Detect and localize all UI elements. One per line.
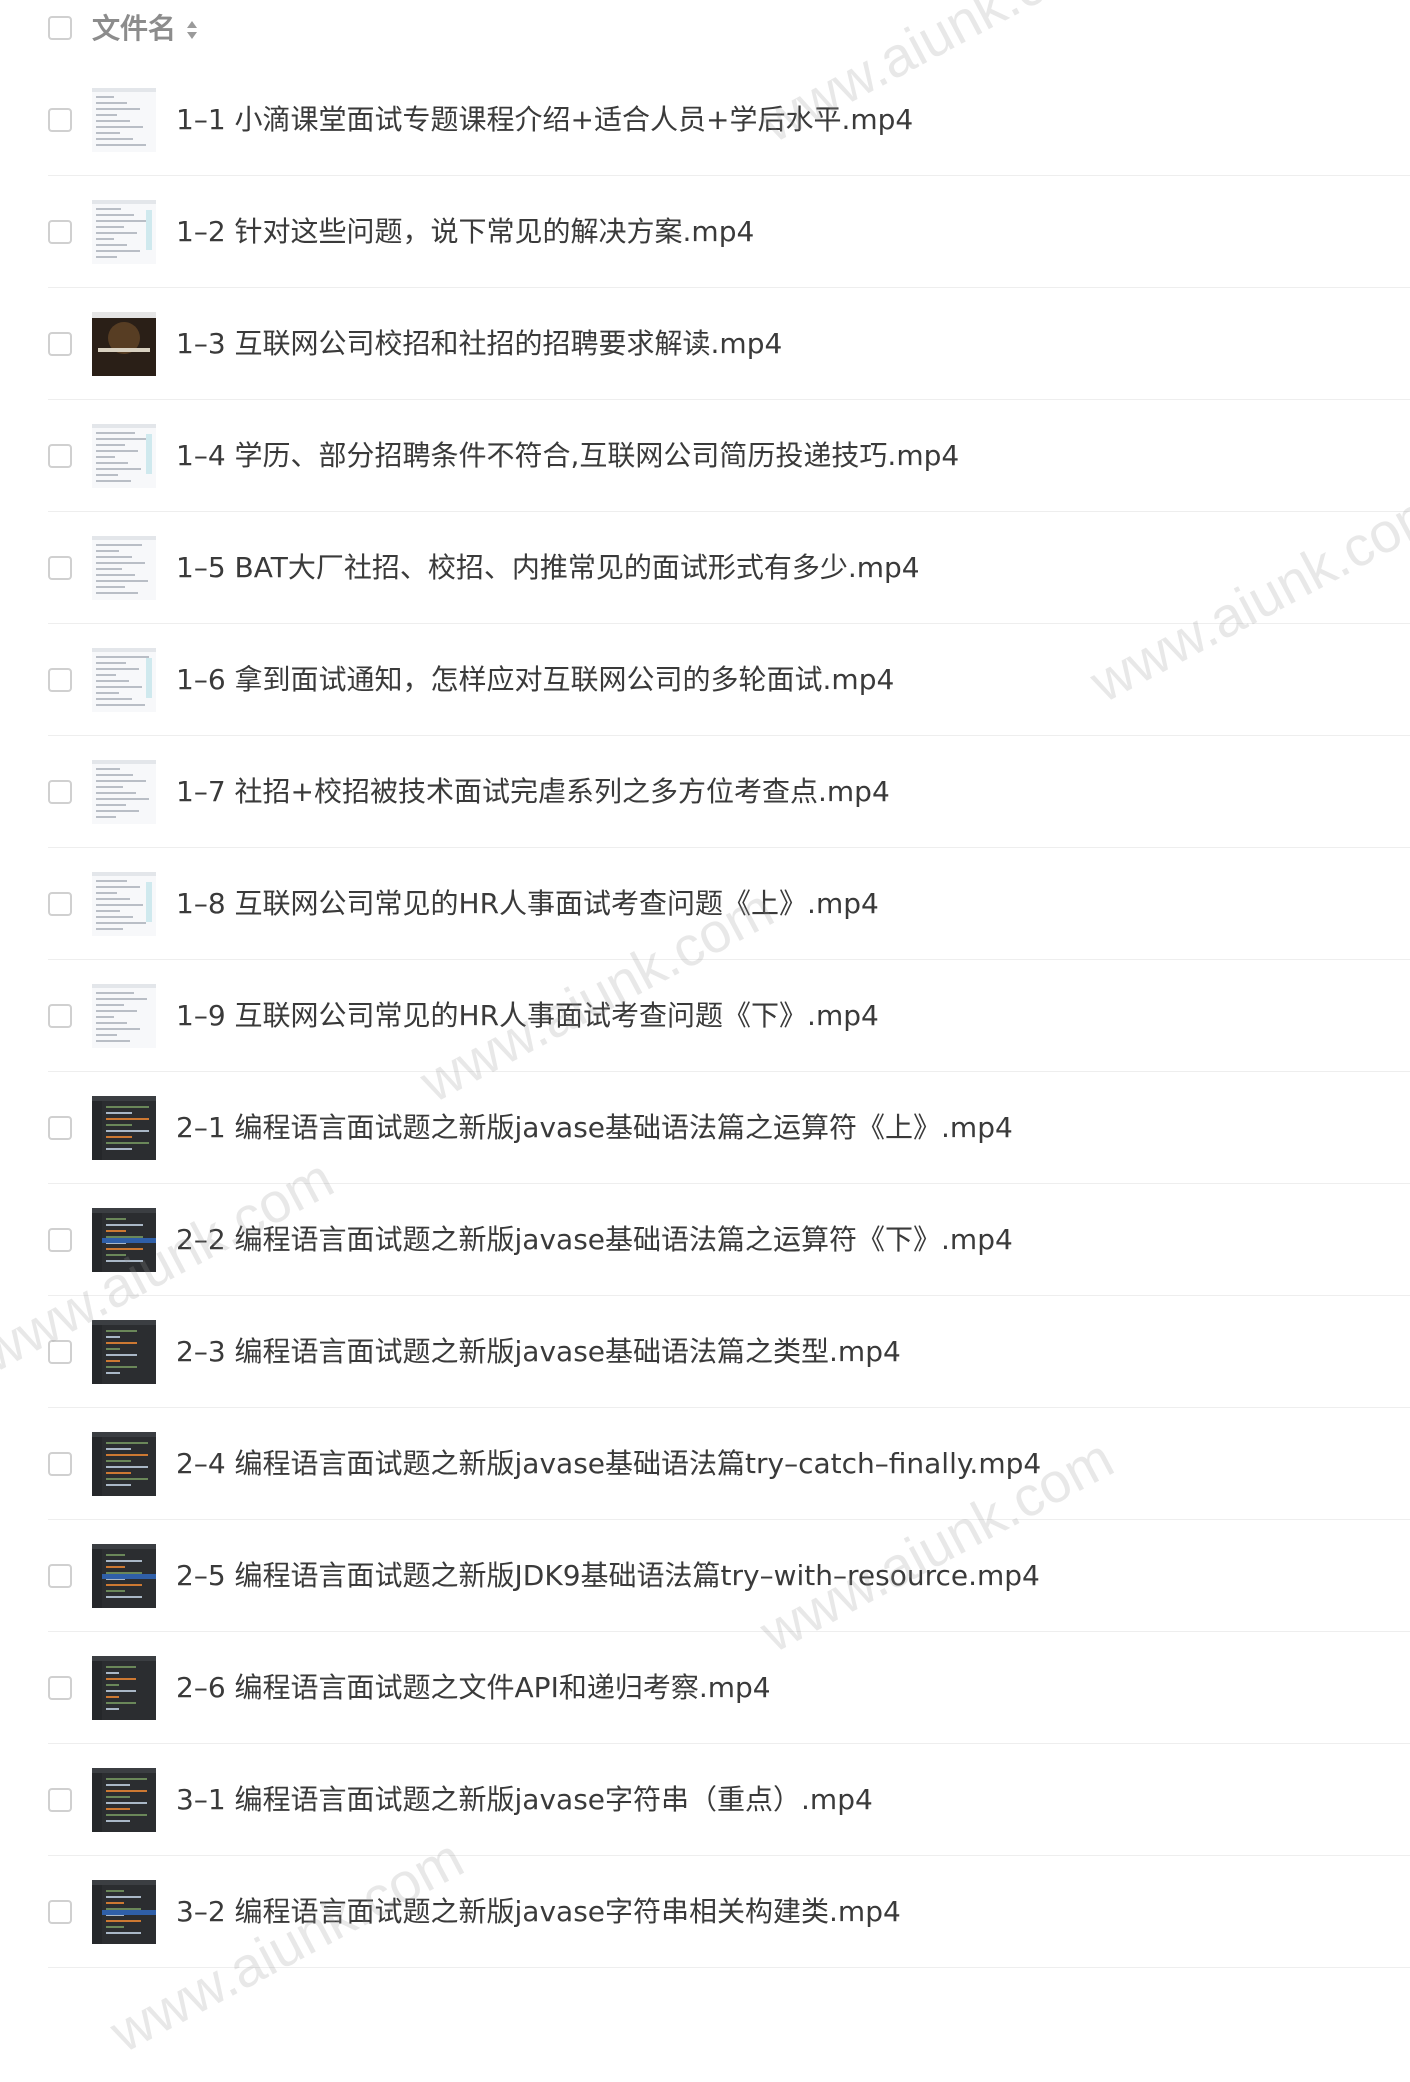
file-list: 文件名 1–1 小滴课堂面试专题课程介绍+适合人员+学后水平.mp4 1–2 针对… (0, 0, 1410, 1968)
file-name[interactable]: 3–1 编程语言面试题之新版javase字符串（重点）.mp4 (176, 1780, 873, 1820)
select-all-checkbox[interactable] (48, 16, 72, 40)
file-row[interactable]: 2–1 编程语言面试题之新版javase基础语法篇之运算符《上》.mp4 (48, 1072, 1410, 1184)
file-row[interactable]: 3–2 编程语言面试题之新版javase字符串相关构建类.mp4 (48, 1856, 1410, 1968)
video-thumbnail[interactable] (92, 760, 156, 824)
file-checkbox[interactable] (48, 1564, 72, 1588)
file-row[interactable]: 1–8 互联网公司常见的HR人事面试考查问题《上》.mp4 (48, 848, 1410, 960)
file-row[interactable]: 1–4 学历、部分招聘条件不符合,互联网公司简历投递技巧.mp4 (48, 400, 1410, 512)
file-name[interactable]: 3–2 编程语言面试题之新版javase字符串相关构建类.mp4 (176, 1892, 901, 1932)
column-header-filename[interactable]: 文件名 (92, 10, 176, 48)
file-checkbox[interactable] (48, 332, 72, 356)
file-checkbox[interactable] (48, 1228, 72, 1252)
file-checkbox[interactable] (48, 220, 72, 244)
file-name[interactable]: 2–4 编程语言面试题之新版javase基础语法篇try–catch–final… (176, 1444, 1041, 1484)
file-name[interactable]: 2–2 编程语言面试题之新版javase基础语法篇之运算符《下》.mp4 (176, 1220, 1013, 1260)
file-row[interactable]: 2–3 编程语言面试题之新版javase基础语法篇之类型.mp4 (48, 1296, 1410, 1408)
video-thumbnail[interactable] (92, 1656, 156, 1720)
file-row[interactable]: 1–9 互联网公司常见的HR人事面试考查问题《下》.mp4 (48, 960, 1410, 1072)
file-row[interactable]: 3–1 编程语言面试题之新版javase字符串（重点）.mp4 (48, 1744, 1410, 1856)
video-thumbnail[interactable] (92, 200, 156, 264)
file-name[interactable]: 1–8 互联网公司常见的HR人事面试考查问题《上》.mp4 (176, 884, 879, 924)
video-thumbnail[interactable] (92, 872, 156, 936)
video-thumbnail[interactable] (92, 536, 156, 600)
video-thumbnail[interactable] (92, 1768, 156, 1832)
file-row[interactable]: 1–1 小滴课堂面试专题课程介绍+适合人员+学后水平.mp4 (48, 64, 1410, 176)
file-name[interactable]: 2–5 编程语言面试题之新版JDK9基础语法篇try–with–resource… (176, 1556, 1040, 1596)
file-name[interactable]: 2–1 编程语言面试题之新版javase基础语法篇之运算符《上》.mp4 (176, 1108, 1013, 1148)
file-name[interactable]: 1–1 小滴课堂面试专题课程介绍+适合人员+学后水平.mp4 (176, 100, 913, 140)
file-checkbox[interactable] (48, 1900, 72, 1924)
file-checkbox[interactable] (48, 556, 72, 580)
file-row[interactable]: 2–5 编程语言面试题之新版JDK9基础语法篇try–with–resource… (48, 1520, 1410, 1632)
file-row[interactable]: 1–3 互联网公司校招和社招的招聘要求解读.mp4 (48, 288, 1410, 400)
video-thumbnail[interactable] (92, 424, 156, 488)
video-thumbnail[interactable] (92, 1208, 156, 1272)
video-thumbnail[interactable] (92, 1320, 156, 1384)
file-name[interactable]: 1–7 社招+校招被技术面试完虐系列之多方位考查点.mp4 (176, 772, 890, 812)
file-name[interactable]: 2–6 编程语言面试题之文件API和递归考察.mp4 (176, 1668, 771, 1708)
file-row[interactable]: 1–5 BAT大厂社招、校招、内推常见的面试形式有多少.mp4 (48, 512, 1410, 624)
file-checkbox[interactable] (48, 668, 72, 692)
file-row[interactable]: 2–4 编程语言面试题之新版javase基础语法篇try–catch–final… (48, 1408, 1410, 1520)
video-thumbnail[interactable] (92, 1432, 156, 1496)
file-checkbox[interactable] (48, 1676, 72, 1700)
list-header: 文件名 (0, 0, 1410, 58)
file-row[interactable]: 1–6 拿到面试通知，怎样应对互联网公司的多轮面试.mp4 (48, 624, 1410, 736)
file-name[interactable]: 1–5 BAT大厂社招、校招、内推常见的面试形式有多少.mp4 (176, 548, 920, 588)
file-checkbox[interactable] (48, 780, 72, 804)
sort-updown-icon[interactable] (186, 19, 198, 41)
video-thumbnail[interactable] (92, 648, 156, 712)
video-thumbnail[interactable] (92, 1880, 156, 1944)
file-checkbox[interactable] (48, 892, 72, 916)
file-name[interactable]: 2–3 编程语言面试题之新版javase基础语法篇之类型.mp4 (176, 1332, 901, 1372)
file-checkbox[interactable] (48, 1452, 72, 1476)
file-row[interactable]: 2–6 编程语言面试题之文件API和递归考察.mp4 (48, 1632, 1410, 1744)
file-name[interactable]: 1–4 学历、部分招聘条件不符合,互联网公司简历投递技巧.mp4 (176, 436, 959, 476)
video-thumbnail[interactable] (92, 88, 156, 152)
file-name[interactable]: 1–6 拿到面试通知，怎样应对互联网公司的多轮面试.mp4 (176, 660, 894, 700)
file-name[interactable]: 1–3 互联网公司校招和社招的招聘要求解读.mp4 (176, 324, 782, 364)
file-row[interactable]: 1–2 针对这些问题，说下常见的解决方案.mp4 (48, 176, 1410, 288)
file-row[interactable]: 1–7 社招+校招被技术面试完虐系列之多方位考查点.mp4 (48, 736, 1410, 848)
file-name[interactable]: 1–9 互联网公司常见的HR人事面试考查问题《下》.mp4 (176, 996, 879, 1036)
video-thumbnail[interactable] (92, 984, 156, 1048)
video-thumbnail[interactable] (92, 1096, 156, 1160)
video-thumbnail[interactable] (92, 312, 156, 376)
file-checkbox[interactable] (48, 1116, 72, 1140)
video-thumbnail[interactable] (92, 1544, 156, 1608)
file-checkbox[interactable] (48, 1004, 72, 1028)
file-checkbox[interactable] (48, 444, 72, 468)
file-checkbox[interactable] (48, 108, 72, 132)
file-checkbox[interactable] (48, 1788, 72, 1812)
file-checkbox[interactable] (48, 1340, 72, 1364)
file-row[interactable]: 2–2 编程语言面试题之新版javase基础语法篇之运算符《下》.mp4 (48, 1184, 1410, 1296)
file-name[interactable]: 1–2 针对这些问题，说下常见的解决方案.mp4 (176, 212, 754, 252)
